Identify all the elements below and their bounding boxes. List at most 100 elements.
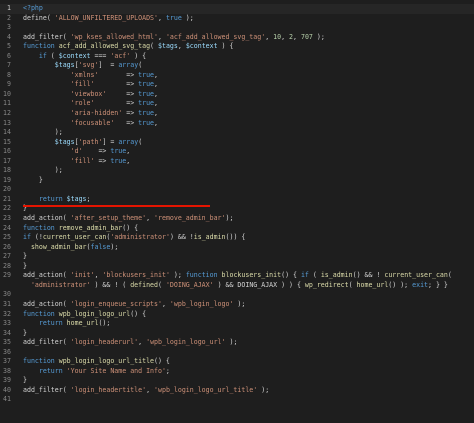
line-code: show_admin_bar(false); [23, 243, 118, 253]
line-code: define( 'ALLOW_UNFILTERED_UPLOADS', true… [23, 14, 194, 24]
code-token: $tags [158, 42, 178, 51]
code-token: array [118, 61, 139, 70]
line-code: $tags['svg'] = array( [23, 61, 142, 71]
code-token: $tags [66, 194, 87, 203]
code-line: 25 if (!current_user_can('administrator')… [0, 233, 474, 243]
line-number: 25 [3, 233, 11, 242]
code-token: ; } } [428, 280, 448, 289]
code-token: 'path' [78, 137, 103, 146]
line-code: add_filter( 'wp_kses_allowed_html', 'acf… [23, 33, 325, 43]
line-number: 8 [7, 70, 11, 79]
code-token: ); [233, 299, 246, 308]
line-number: 27 [3, 252, 11, 261]
code-token: ) { [217, 42, 234, 51]
line-code: add_action( 'after_setup_theme', 'remove… [23, 214, 233, 224]
code-token: wpb_login_logo_url_title [58, 357, 155, 366]
code-token: 707 [300, 32, 313, 41]
code-editor[interactable]: 1 <?php 2 define( 'ALLOW_UNFILTERED_UPLOADS… [0, 4, 474, 405]
code-token: $tags [54, 137, 75, 146]
line-number: 22 [3, 204, 11, 213]
code-line: 17 'fill' => true, [0, 157, 474, 167]
line-number: 39 [3, 376, 11, 385]
code-token: , [126, 147, 131, 156]
code-token: true [110, 147, 127, 156]
line-code: add_filter( 'login_headertitle', 'wpb_lo… [23, 386, 269, 396]
code-token: return [23, 366, 67, 375]
code-token: current_user_can [384, 271, 448, 280]
code-line: 14 ); [0, 128, 474, 138]
code-line: 18 ); [0, 166, 474, 176]
code-line: 12 'aria-hidden' => true, [0, 109, 474, 119]
code-token: return [23, 194, 67, 203]
code-token: 'wpb_login_logo_url' [146, 338, 226, 347]
line-number: 16 [3, 147, 11, 156]
code-token: ( [50, 51, 59, 60]
line-code: } [23, 262, 27, 272]
code-token: true [138, 89, 155, 98]
code-token: ; [165, 366, 170, 375]
code-token: acf_add_allowed_svg_tag [58, 42, 151, 51]
line-code: if (!current_user_can('administrator') &… [23, 233, 245, 243]
code-token: 'Your Site Name and Info' [66, 366, 166, 375]
code-line: 38 return 'Your Site Name and Info'; [0, 367, 474, 377]
line-code: 'aria-hidden' => true, [23, 109, 158, 119]
error-squiggle [23, 205, 210, 207]
code-token: 'acf' [110, 51, 131, 60]
code-token: 'blockusers_init' [102, 271, 170, 280]
line-code: function wpb_login_logo_url_title() { [23, 357, 170, 367]
code-token: function [23, 309, 59, 318]
code-token: , [146, 385, 155, 394]
code-line: 4 add_filter( 'wp_kses_allowed_html', 'ac… [0, 33, 474, 43]
code-token: if [300, 271, 313, 280]
code-line: 37 function wpb_login_logo_url_title() { [0, 357, 474, 367]
line-code: add_action( 'login_enqueue_scripts', 'wp… [23, 300, 245, 310]
line-number: 34 [3, 328, 11, 337]
line-code: $tags['path'] = array( [23, 138, 142, 148]
line-code: function acf_add_allowed_svg_tag( $tags,… [23, 42, 233, 52]
line-code: <?php [23, 4, 43, 14]
line-number: 17 [3, 156, 11, 165]
code-token: , [154, 99, 159, 108]
code-token: ( [312, 271, 321, 280]
code-token: 'remove_admin_bar' [154, 214, 226, 223]
code-line: 31 add_action( 'login_enqueue_scripts', '… [0, 300, 474, 310]
code-token: => [114, 118, 139, 127]
code-token: add_action( [23, 299, 71, 308]
code-token: 'login_headertitle' [70, 385, 147, 394]
code-token: <?php [23, 4, 43, 12]
line-number: 2 [7, 13, 11, 22]
code-line: 13 'focusable' => true, [0, 119, 474, 129]
code-line: 41 [0, 395, 474, 405]
line-number: 15 [3, 137, 11, 146]
code-token: ); [23, 128, 63, 137]
code-token: blockusers_init [221, 271, 282, 280]
line-code: 'focusable' => true, [23, 119, 158, 129]
code-token: ] = [102, 137, 119, 146]
code-line: 27} [0, 252, 474, 262]
code-line: 3 [0, 23, 474, 33]
line-code: 'role' => true, [23, 99, 158, 109]
line-code: return home_url(); [23, 319, 110, 329]
code-token: wpb_login_logo_url [58, 309, 131, 318]
code-token: ( [158, 280, 166, 289]
line-code: return 'Your Site Name and Info'; [23, 367, 170, 377]
code-token: ) && ! [169, 233, 194, 242]
code-line: 40 add_filter( 'login_headertitle', 'wpb_… [0, 386, 474, 396]
code-token: ); [110, 242, 119, 251]
line-number: 30 [3, 290, 11, 299]
code-line: 39} [0, 376, 474, 386]
code-token: , [154, 70, 159, 79]
code-line: 26 show_admin_bar(false); [0, 243, 474, 253]
line-number: 7 [7, 61, 11, 70]
code-token: 'init' [70, 271, 95, 280]
code-line: 29 add_action( 'init', 'blockusers_init' … [0, 271, 474, 281]
line-number: 40 [3, 385, 11, 394]
code-token: ( [447, 271, 452, 280]
code-line: 6 if ( $context === 'acf' ) { [0, 52, 474, 62]
code-token: add_filter( [23, 338, 71, 347]
code-token: } [23, 328, 27, 337]
